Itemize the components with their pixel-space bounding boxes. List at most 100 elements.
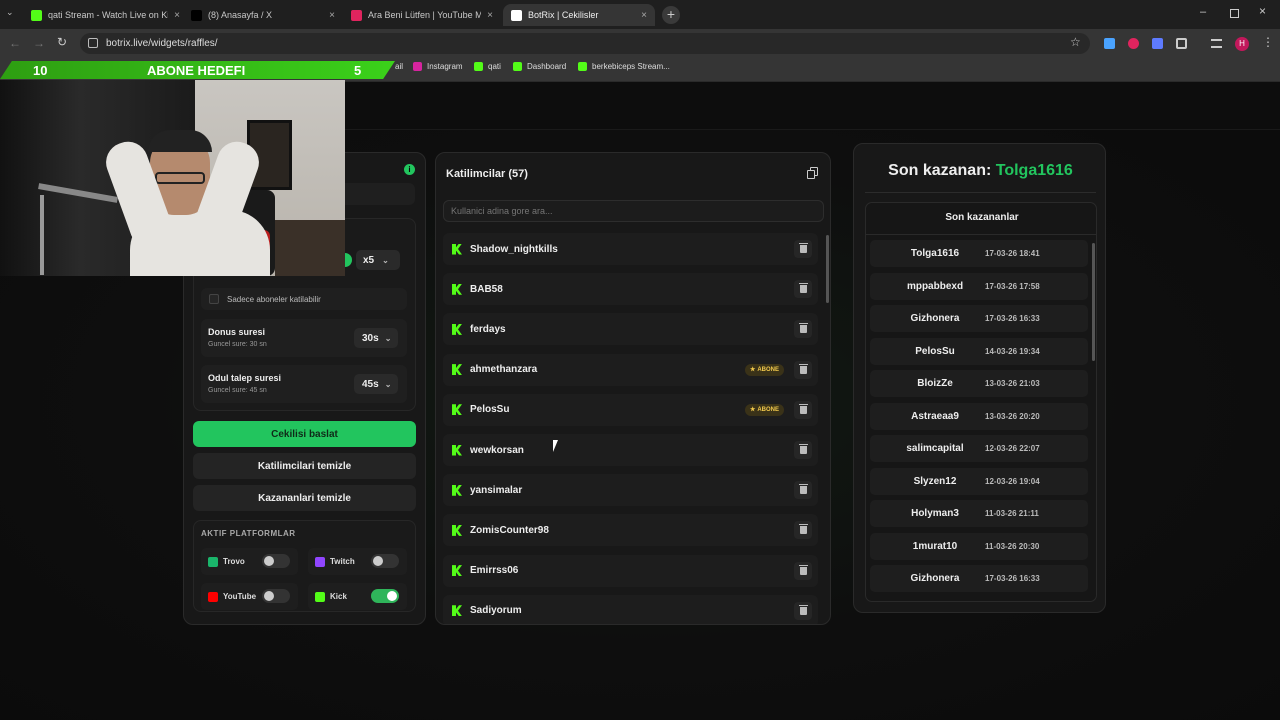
- multiplier-value: x5: [363, 254, 375, 266]
- winners-list-box: Son kazananlar Tolga1616 17-03-26 18:41 mp…: [865, 202, 1097, 602]
- close-tab-icon[interactable]: ×: [487, 10, 493, 21]
- maximize-button[interactable]: [1230, 9, 1239, 18]
- copy-icon[interactable]: [807, 167, 819, 179]
- winner-row: Tolga1616 17-03-26 18:41: [870, 240, 1088, 267]
- tab-favicon-icon: [351, 9, 362, 21]
- platform-name: YouTube: [223, 592, 257, 601]
- extension-icon-3[interactable]: [1152, 38, 1163, 49]
- reload-icon[interactable]: ↻: [57, 35, 67, 49]
- winner-name: Gizhonera: [910, 573, 960, 584]
- multiplier-select[interactable]: x5 ⌄: [356, 250, 400, 270]
- bookmark-label: ail: [395, 62, 404, 71]
- donus-select[interactable]: 30s ⌄: [354, 328, 398, 348]
- delete-participant-button[interactable]: [794, 561, 812, 580]
- participant-row: yansimalar: [443, 474, 818, 507]
- forward-icon[interactable]: →: [33, 36, 45, 50]
- tab-title: qati Stream - Watch Live on Kick: [48, 10, 169, 20]
- browser-tab[interactable]: (8) Anasayfa / X ×: [183, 4, 343, 26]
- close-tab-icon[interactable]: ×: [174, 10, 180, 21]
- trash-icon: [798, 243, 808, 253]
- odul-select[interactable]: 45s ⌄: [354, 374, 398, 394]
- close-tab-icon[interactable]: ×: [641, 10, 647, 21]
- subscriber-badge-label: ABONE: [757, 366, 779, 373]
- goal-current: 10: [33, 63, 48, 78]
- minimize-button[interactable]: –: [1200, 6, 1206, 18]
- subs-only-row[interactable]: Sadece aboneler katilabilir: [201, 288, 407, 310]
- platform-toggle[interactable]: [371, 554, 399, 568]
- new-tab-button[interactable]: +: [662, 6, 680, 24]
- close-window-button[interactable]: ×: [1259, 4, 1266, 18]
- delete-participant-button[interactable]: [794, 240, 812, 258]
- browser-tab[interactable]: Ara Beni Lütfen | YouTube M ×: [343, 4, 501, 26]
- close-tab-icon[interactable]: ×: [329, 10, 335, 21]
- tab-list-chevron-icon[interactable]: ⌄: [6, 7, 14, 18]
- clear-participants-button[interactable]: Katilimcilari temizle: [193, 453, 416, 479]
- delete-participant-button[interactable]: [794, 441, 812, 459]
- browser-tab[interactable]: qati Stream - Watch Live on Kick ×: [23, 4, 188, 26]
- delete-participant-button[interactable]: [794, 320, 812, 339]
- bookmark-item[interactable]: Dashboard: [513, 62, 566, 71]
- bookmark-item[interactable]: ail: [395, 62, 403, 71]
- trash-icon: [798, 363, 808, 374]
- tab-title: (8) Anasayfa / X: [208, 10, 273, 20]
- extension-icon-2[interactable]: [1128, 38, 1139, 49]
- winner-date: 13-03-26 21:03: [985, 379, 1040, 388]
- profile-avatar[interactable]: H: [1235, 37, 1249, 51]
- participant-row: Emirrss06: [443, 554, 818, 587]
- winner-name: mppabbexd: [906, 280, 964, 292]
- bookmark-item[interactable]: berkebiceps Stream...: [578, 62, 670, 71]
- winner-name: Astraeaa9: [911, 410, 959, 422]
- bookmark-label: Instagram: [427, 62, 463, 71]
- winner-date: 12-03-26 19:04: [985, 476, 1040, 486]
- bookmark-item[interactable]: qati: [474, 62, 501, 71]
- participant-row: PelosSu ★ ABONE: [443, 393, 818, 426]
- last-winner-label: Son kazanan:: [888, 162, 992, 179]
- platform-toggle[interactable]: [262, 589, 290, 603]
- participant-row: BAB58: [443, 273, 818, 306]
- kick-logo-icon: [452, 605, 462, 617]
- delete-participant-button[interactable]: [794, 481, 812, 500]
- participants-scrollbar[interactable]: [826, 235, 829, 303]
- platform-toggle[interactable]: [371, 589, 399, 603]
- participant-row: ahmethanzara ★ ABONE: [443, 353, 818, 386]
- clear-winners-button[interactable]: Kazananlari temizle: [193, 485, 416, 511]
- delete-participant-button[interactable]: [794, 280, 812, 299]
- extension-icon-1[interactable]: [1104, 38, 1115, 49]
- delete-participant-button[interactable]: [794, 360, 812, 379]
- donus-sub: Guncel sure: 30 sn: [208, 341, 267, 348]
- winner-date: 12-03-26 22:07: [985, 444, 1040, 453]
- bookmark-label: berkebiceps Stream...: [592, 62, 670, 71]
- site-info-icon[interactable]: [88, 38, 98, 48]
- winner-row: Gizhonera 17-03-26 16:33: [870, 305, 1088, 332]
- reading-list-icon[interactable]: [1211, 39, 1222, 48]
- info-icon[interactable]: i: [404, 164, 415, 175]
- participant-search-input[interactable]: [443, 200, 824, 222]
- url-field[interactable]: botrix.live/widgets/raffles/: [80, 33, 1090, 54]
- winners-scrollbar[interactable]: [1092, 243, 1095, 361]
- menu-kebab-icon[interactable]: ⋮: [1262, 35, 1274, 49]
- toggle-knob: [264, 556, 274, 566]
- bookmark-item[interactable]: Instagram: [413, 62, 463, 71]
- platform-name: Kick: [330, 592, 347, 601]
- participant-name: Sadiyorum: [470, 605, 522, 617]
- bookmark-star-icon[interactable]: ☆: [1070, 35, 1081, 49]
- delete-participant-button[interactable]: [794, 601, 812, 620]
- platform-toggle[interactable]: [262, 554, 290, 568]
- subs-only-checkbox[interactable]: [209, 294, 219, 304]
- back-icon[interactable]: ←: [9, 36, 21, 50]
- winner-name: Gizhonera: [910, 313, 960, 324]
- extensions-puzzle-icon[interactable]: [1176, 38, 1187, 49]
- odul-setting: Odul talep suresi Guncel sure: 45 sn 45s…: [201, 365, 407, 403]
- platform-youtube: YouTube: [201, 583, 298, 610]
- toggle-knob: [373, 556, 383, 566]
- browser-tab[interactable]: BotRix | Cekilisler ×: [503, 4, 655, 26]
- delete-participant-button[interactable]: [794, 521, 812, 540]
- donus-title: Donus suresi: [208, 327, 266, 337]
- tab-title: Ara Beni Lütfen | YouTube M: [368, 10, 482, 20]
- delete-participant-button[interactable]: [794, 400, 812, 419]
- last-winner-heading: Son kazanan: Tolga1616: [854, 162, 1105, 180]
- start-raffle-button[interactable]: Cekilisi baslat: [193, 421, 416, 447]
- bookmark-label: qati: [488, 62, 501, 71]
- participant-name: wewkorsan: [470, 444, 524, 456]
- webcam-video: [0, 80, 345, 276]
